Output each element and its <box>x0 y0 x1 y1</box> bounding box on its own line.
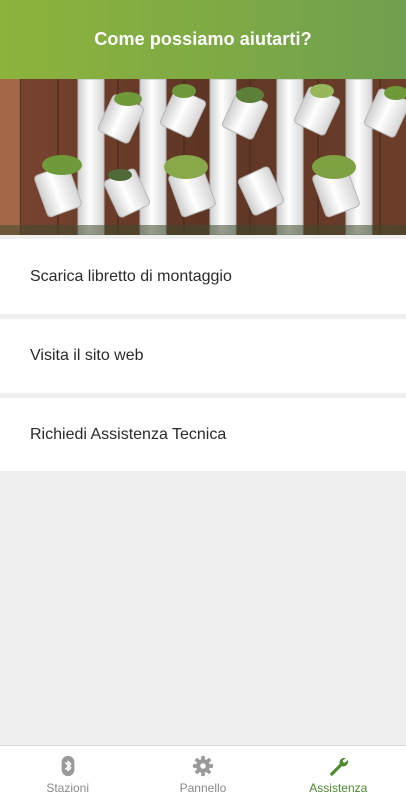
tab-assistenza-label: Assistenza <box>309 780 368 795</box>
planter-photo <box>0 79 406 235</box>
request-support-item[interactable]: Richiedi Assistenza Tecnica <box>0 398 406 471</box>
app-header: Come possiamo aiutarti? <box>0 0 406 79</box>
visit-website-label: Visita il sito web <box>30 347 144 364</box>
gear-icon <box>192 755 214 776</box>
download-manual-item[interactable]: Scarica libretto di montaggio <box>0 239 406 314</box>
tab-assistenza[interactable]: Assistenza <box>271 746 406 801</box>
wrench-icon <box>330 757 349 776</box>
visit-website-item[interactable]: Visita il sito web <box>0 319 406 393</box>
tab-pannello-label: Pannello <box>179 780 227 795</box>
bottom-tab-bar: Stazioni Pannello Assistenza <box>0 745 406 801</box>
page-title: Come possiamo aiutarti? <box>94 29 312 49</box>
tab-stazioni[interactable]: Stazioni <box>0 746 135 801</box>
bluetooth-icon <box>61 755 75 776</box>
tab-stazioni-label: Stazioni <box>46 780 90 795</box>
request-support-label: Richiedi Assistenza Tecnica <box>30 425 227 443</box>
tab-pannello[interactable]: Pannello <box>135 746 270 801</box>
banner-image <box>0 79 406 235</box>
download-manual-label: Scarica libretto di montaggio <box>30 267 232 285</box>
